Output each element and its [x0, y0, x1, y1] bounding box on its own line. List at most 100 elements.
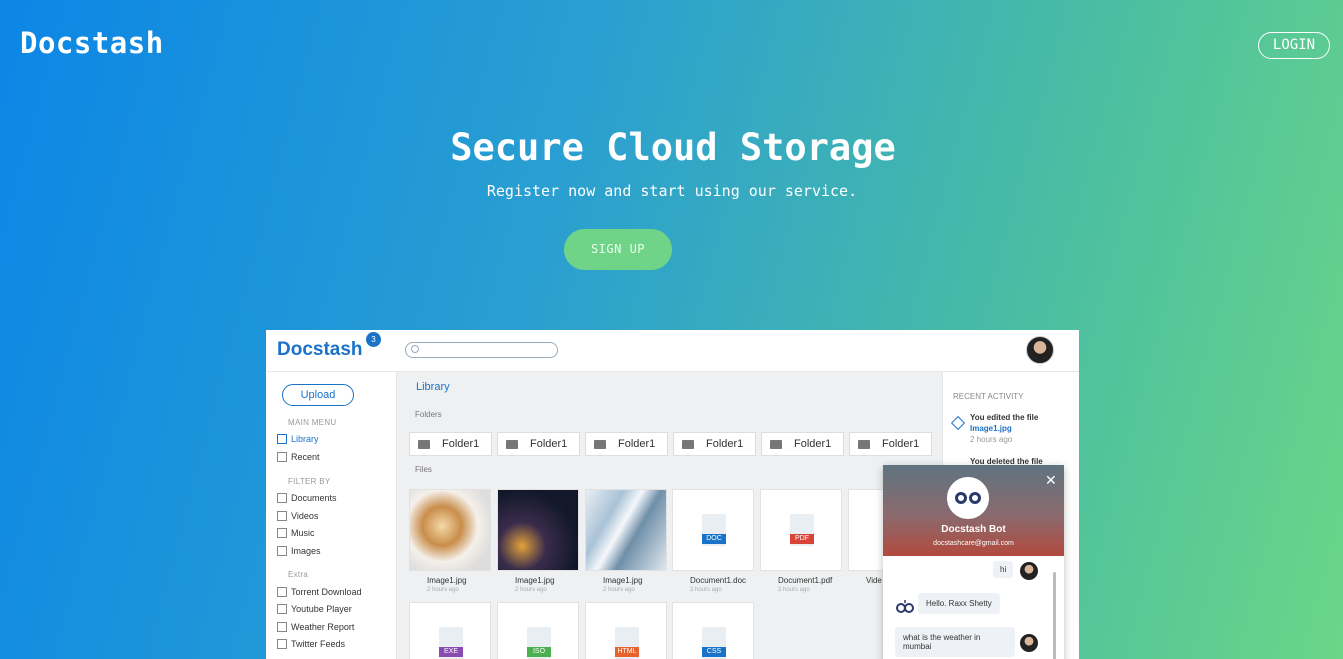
folder-item: Folder1	[849, 432, 932, 456]
sidebar-item-label: Music	[291, 528, 315, 538]
notification-badge: 3	[366, 332, 381, 347]
preview-search-input	[405, 342, 558, 358]
file-thumbnail-image	[497, 489, 579, 571]
folder-name: Folder1	[882, 438, 920, 450]
bot-logo-icon	[947, 477, 989, 519]
sidebar-item-label: Videos	[291, 511, 319, 521]
sidebar-item-label: Youtube Player	[291, 604, 352, 614]
preview-main: Library Folders Folder1 Folder1 Folder1 …	[397, 372, 942, 659]
avatar	[1026, 336, 1054, 364]
sidebar-item-label: Torrent Download	[291, 587, 362, 597]
file-time: 2 hours ago	[690, 587, 722, 593]
file-thumbnail-iso: ISO	[497, 602, 579, 659]
folder-item: Folder1	[585, 432, 668, 456]
file-time: 2 hours ago	[427, 587, 459, 593]
folder-item: Folder1	[497, 432, 580, 456]
file-type-tag: ISO	[527, 647, 551, 657]
sidebar-item-label: Images	[291, 546, 321, 556]
folder-item: Folder1	[761, 432, 844, 456]
recent-icon	[277, 452, 287, 462]
close-icon[interactable]: ✕	[1045, 472, 1057, 489]
bot-eye	[969, 492, 981, 504]
library-icon	[277, 434, 287, 444]
sidebar-item-label: Weather Report	[291, 622, 355, 632]
sidebar-item-label: Documents	[291, 493, 337, 503]
file-name: Image1.jpg	[603, 576, 643, 585]
sidebar-item-label: Recent	[291, 452, 320, 462]
hero-title: Secure Cloud Storage	[450, 126, 896, 169]
folder-icon	[770, 439, 782, 449]
pencil-icon	[950, 415, 966, 431]
brand-logo[interactable]: Docstash	[20, 26, 164, 60]
files-heading: Files	[415, 465, 432, 474]
file-name: Document1.doc	[690, 576, 747, 585]
bot-name: Docstash Bot	[941, 524, 1006, 535]
login-button[interactable]: LOGIN	[1258, 32, 1330, 59]
sidebar-item-videos: Videos	[277, 511, 318, 521]
folder-icon	[858, 439, 870, 449]
youtube-icon	[277, 604, 287, 614]
file-thumbnail-css: CSS	[672, 602, 754, 659]
preview-logo: Docstash	[277, 339, 363, 360]
chatbot-widget[interactable]: ✕ Docstash Bot docstashcare@gmail.com hi…	[883, 465, 1064, 659]
bot-eye	[955, 492, 967, 504]
file-thumbnail-html: HTML	[585, 602, 667, 659]
sidebar-item-recent: Recent	[277, 452, 320, 462]
user-message: hi	[993, 561, 1014, 578]
activity-heading: RECENT ACTIVITY	[953, 392, 1024, 401]
upload-button: Upload	[282, 384, 354, 406]
sidebar-item-label: Library	[291, 434, 319, 444]
sidebar-item-torrent: Torrent Download	[277, 587, 362, 597]
folder-name: Folder1	[530, 438, 568, 450]
file-name: Image1.jpg	[427, 576, 467, 585]
folder-icon	[594, 439, 606, 449]
file-thumbnail-doc: DOC	[672, 489, 754, 571]
sidebar-item-documents: Documents	[277, 493, 337, 503]
file-type-tag: CSS	[702, 647, 726, 657]
folder-item: Folder1	[409, 432, 492, 456]
file-name: Vide	[866, 576, 882, 585]
main-menu-heading: MAIN MENU	[288, 418, 337, 427]
file-time: 2 hours ago	[778, 587, 810, 593]
folder-name: Folder1	[442, 438, 480, 450]
file-name: Document1.pdf	[778, 576, 833, 585]
sidebar-item-library: Library	[277, 434, 319, 444]
search-icon	[411, 345, 419, 353]
file-type-tag: HTML	[615, 647, 639, 657]
folder-item: Folder1	[673, 432, 756, 456]
folders-heading: Folders	[415, 410, 442, 419]
chat-scrollbar[interactable]	[1053, 572, 1056, 659]
html-file-icon: HTML	[615, 627, 639, 659]
signup-button[interactable]: SIGN UP	[564, 229, 672, 270]
exe-file-icon: EXE	[439, 627, 463, 659]
bot-message: Hello. Raxx Shetty	[918, 593, 1000, 614]
preview-sidebar: Upload MAIN MENU Library Recent FILTER B…	[266, 372, 397, 659]
bot-email: docstashcare@gmail.com	[933, 540, 1014, 547]
activity-time: 2 hours ago	[970, 435, 1013, 444]
activity-text: You edited the file	[970, 413, 1039, 422]
pdf-file-icon: PDF	[790, 514, 814, 546]
folder-icon	[682, 439, 694, 449]
document-icon	[277, 493, 287, 503]
doc-file-icon: DOC	[702, 514, 726, 546]
image-icon	[277, 546, 287, 556]
torrent-icon	[277, 587, 287, 597]
preview-topbar: Docstash 3	[266, 330, 1079, 372]
extra-heading: Extra	[288, 570, 309, 579]
video-icon	[277, 511, 287, 521]
file-time: 2 hours ago	[603, 587, 635, 593]
folder-name: Folder1	[794, 438, 832, 450]
chatbot-header: ✕ Docstash Bot docstashcare@gmail.com	[883, 465, 1064, 556]
twitter-icon	[277, 639, 287, 649]
sidebar-item-label: Twitter Feeds	[291, 639, 346, 649]
sidebar-item-images: Images	[277, 546, 321, 556]
file-type-tag: PDF	[790, 534, 814, 544]
user-message: what is the weather in mumbai	[895, 627, 1015, 657]
bot-icon	[895, 598, 915, 616]
file-thumbnail-exe: EXE	[409, 602, 491, 659]
sidebar-item-music: Music	[277, 528, 315, 538]
file-type-tag: DOC	[702, 534, 726, 544]
iso-file-icon: ISO	[527, 627, 551, 659]
filter-heading: FILTER BY	[288, 477, 331, 486]
hero-subtitle: Register now and start using our service…	[486, 182, 858, 200]
